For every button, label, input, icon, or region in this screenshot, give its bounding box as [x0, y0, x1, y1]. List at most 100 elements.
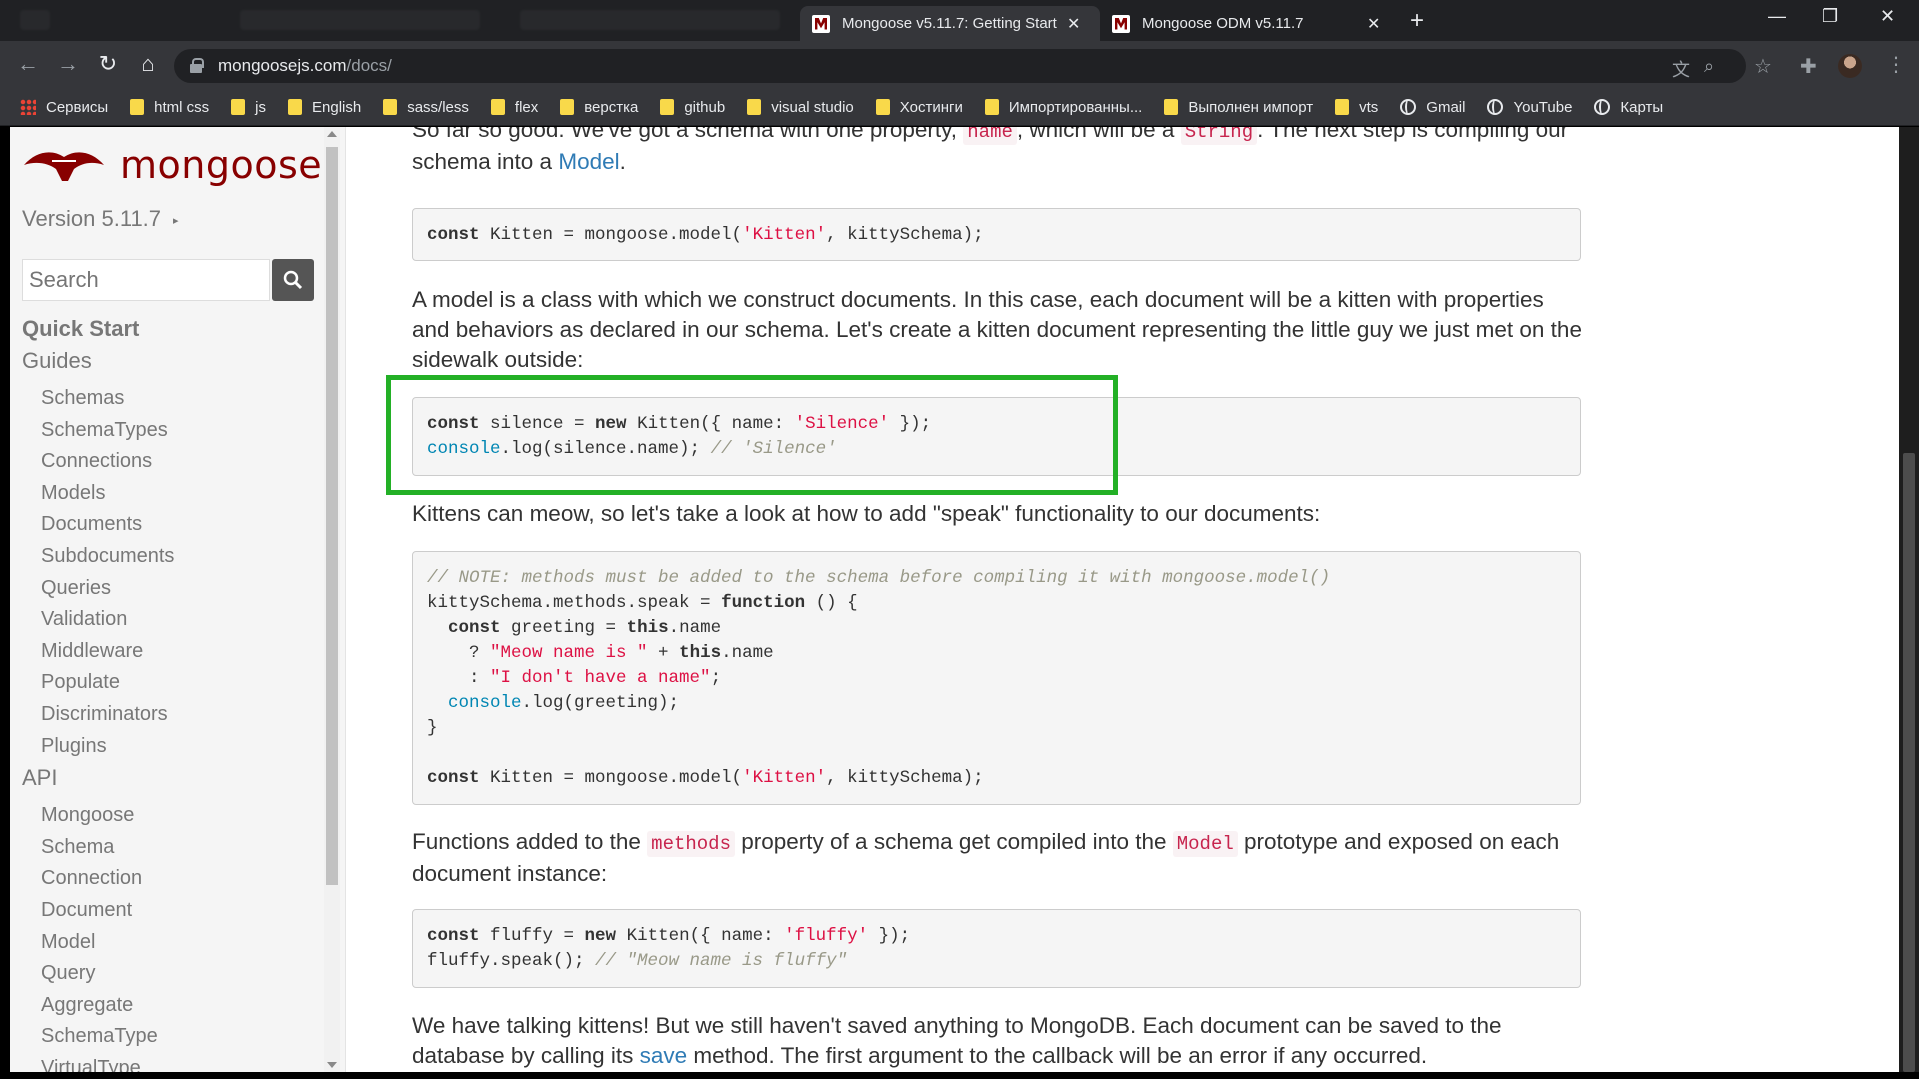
nav-item-mongoose[interactable]: Mongoose	[10, 800, 330, 832]
nav-item-populate[interactable]: Populate	[10, 667, 330, 699]
nav-item-queries[interactable]: Queries	[10, 573, 330, 605]
model-link[interactable]: Model	[558, 149, 619, 174]
folder-icon	[747, 99, 762, 115]
bookmark-folder[interactable]: flex	[490, 98, 539, 116]
folder-icon	[490, 99, 505, 115]
extensions-puzzle-icon[interactable]: ✚	[1800, 54, 1817, 79]
nav-item-connection[interactable]: Connection	[10, 863, 330, 895]
address-bar[interactable]: mongoosejs.com/docs/ 文 ⌕ ☆	[174, 49, 1772, 83]
bookmark-label: github	[684, 98, 726, 116]
bookmark-folder[interactable]: верстка	[560, 99, 638, 116]
new-tab-button[interactable]: +	[1410, 9, 1424, 33]
bookmark-folder[interactable]: Хостинги	[875, 98, 963, 116]
bookmark-folder[interactable]: sass/less	[383, 99, 469, 116]
minimize-button[interactable]: —	[1768, 6, 1786, 27]
nav-guides-heading[interactable]: Guides	[10, 345, 330, 377]
sidebar-scroll-thumb[interactable]	[326, 147, 338, 885]
bookmark-label: html css	[154, 98, 210, 116]
bookmark-maps[interactable]: Карты	[1594, 99, 1663, 116]
text: Functions added to the	[412, 829, 648, 854]
sidebar-scrollbar[interactable]	[324, 127, 340, 1072]
close-tab-icon[interactable]: ✕	[1367, 14, 1380, 34]
blurred-tab[interactable]	[520, 10, 780, 30]
nav-quick-start[interactable]: Quick Start	[10, 313, 330, 345]
bookmark-label: Хостинги	[899, 98, 963, 116]
inline-code: methods	[647, 831, 735, 857]
close-tab-icon[interactable]: ✕	[1067, 14, 1080, 34]
inline-code: String	[1180, 127, 1258, 145]
url-host: mongoosejs.com	[218, 56, 347, 75]
search-button[interactable]	[272, 259, 314, 301]
home-button[interactable]: ⌂	[134, 51, 162, 77]
url-text[interactable]: mongoosejs.com/docs/	[218, 56, 392, 76]
page-scrollbar[interactable]	[1899, 127, 1919, 1072]
save-link[interactable]: save	[640, 1043, 688, 1068]
bookmark-folder[interactable]: vts	[1335, 99, 1378, 116]
close-window-button[interactable]: ✕	[1880, 6, 1895, 27]
nav-item-documents[interactable]: Documents	[10, 509, 330, 541]
bookmark-label: flex	[514, 98, 539, 116]
zoom-icon[interactable]: ⌕	[1704, 56, 1714, 77]
inline-code: Model	[1172, 831, 1238, 857]
nav-item-aggregate[interactable]: Aggregate	[10, 990, 330, 1022]
bookmark-star-icon[interactable]: ☆	[1754, 54, 1772, 79]
bookmark-folder[interactable]: js	[231, 99, 266, 116]
nav-item-schematypes[interactable]: SchemaTypes	[10, 415, 330, 447]
nav-item-document[interactable]: Document	[10, 895, 330, 927]
text: method. The first argument to the callba…	[687, 1043, 1428, 1068]
reload-button[interactable]: ↻	[94, 51, 122, 77]
scroll-down-icon[interactable]	[327, 1062, 337, 1068]
nav-item-middleware[interactable]: Middleware	[10, 636, 330, 668]
nav-item-connections[interactable]: Connections	[10, 446, 330, 478]
code-block-model: const Kitten = mongoose.model('Kitten', …	[412, 208, 1581, 261]
page-scroll-thumb[interactable]	[1903, 453, 1915, 1072]
nav-item-validation[interactable]: Validation	[10, 604, 330, 636]
nav-item-schemas[interactable]: Schemas	[10, 383, 330, 415]
profile-avatar[interactable]	[1838, 54, 1862, 78]
folder-icon	[875, 99, 890, 115]
bookmark-gmail[interactable]: Gmail	[1400, 99, 1465, 116]
folder-icon	[288, 99, 303, 115]
nav-item-model[interactable]: Model	[10, 927, 330, 959]
nav-api-heading[interactable]: API	[10, 762, 330, 794]
bookmark-services[interactable]: Сервисы	[20, 99, 108, 116]
tab-mongoose-odm[interactable]: Mongoose ODM v5.11.7 ✕	[1100, 6, 1400, 41]
inline-code: name	[963, 127, 1017, 145]
apps-icon	[20, 99, 36, 115]
bookmark-folder[interactable]: Импортированны...	[984, 99, 1142, 116]
nav-item-plugins[interactable]: Plugins	[10, 731, 330, 763]
page-viewport: mongoose Version 5.11.7 ▸ Quick Start Gui…	[10, 127, 1899, 1072]
nav-item-models[interactable]: Models	[10, 478, 330, 510]
bookmark-folder[interactable]: visual studio	[747, 99, 854, 116]
text: So far so good. We've got a schema with …	[412, 127, 964, 142]
version-selector[interactable]: Version 5.11.7 ▸	[22, 206, 179, 232]
blurred-tab[interactable]	[20, 10, 50, 30]
mongoose-logo[interactable]: mongoose	[22, 143, 322, 187]
bookmark-label: vts	[1359, 98, 1379, 116]
scroll-up-icon[interactable]	[327, 131, 337, 137]
bookmark-folder[interactable]: English	[288, 99, 361, 116]
nav-item-discriminators[interactable]: Discriminators	[10, 699, 330, 731]
text: , which will be a	[1016, 127, 1181, 142]
translate-icon[interactable]: 文	[1672, 56, 1690, 82]
bookmark-label: js	[255, 98, 267, 116]
forward-button[interactable]: →	[54, 51, 82, 77]
blurred-tab[interactable]	[240, 10, 480, 30]
lock-icon[interactable]	[190, 58, 204, 73]
restore-button[interactable]: ❐	[1822, 6, 1838, 27]
bookmark-folder[interactable]: html css	[130, 99, 209, 116]
bookmark-label: Карты	[1620, 98, 1664, 116]
tab-getting-started[interactable]: Mongoose v5.11.7: Getting Started ✕	[800, 6, 1100, 41]
browser-menu-icon[interactable]: ⋮	[1886, 52, 1906, 77]
nav-item-virtualtype[interactable]: VirtualType	[10, 1053, 330, 1072]
nav-item-subdocuments[interactable]: Subdocuments	[10, 541, 330, 573]
back-button[interactable]: ←	[14, 51, 42, 77]
globe-icon	[1400, 99, 1417, 115]
bookmark-folder[interactable]: github	[660, 99, 725, 116]
bookmark-folder[interactable]: Выполнен импорт	[1164, 99, 1313, 116]
bookmark-youtube[interactable]: YouTube	[1487, 99, 1572, 116]
nav-item-schema[interactable]: Schema	[10, 832, 330, 864]
search-input[interactable]	[22, 259, 270, 301]
nav-item-query[interactable]: Query	[10, 958, 330, 990]
nav-item-schematype[interactable]: SchemaType	[10, 1021, 330, 1053]
